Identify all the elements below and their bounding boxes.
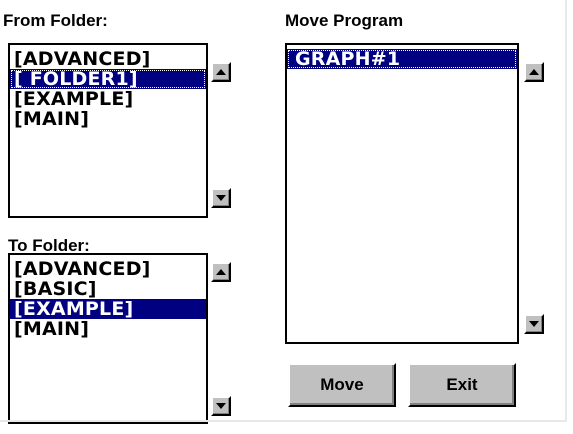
from-folder-list[interactable]: [ADVANCED] [ FOLDER1] [EXAMPLE] [MAIN] — [8, 43, 208, 218]
move-program-scroll-down-button[interactable] — [524, 314, 544, 334]
triangle-up-icon — [216, 69, 226, 75]
triangle-up-icon — [216, 269, 226, 275]
list-item[interactable]: [EXAMPLE] — [10, 89, 206, 109]
move-program-scroll-up-button[interactable] — [524, 62, 544, 82]
list-item[interactable]: [ FOLDER1] — [10, 69, 206, 89]
triangle-down-icon — [216, 195, 226, 201]
list-item[interactable]: [ADVANCED] — [10, 259, 206, 279]
list-item[interactable]: [MAIN] — [10, 319, 206, 339]
from-folder-scroll-up-button[interactable] — [211, 62, 231, 82]
to-folder-scroll-down-button[interactable] — [211, 396, 231, 416]
to-folder-list[interactable]: [ADVANCED] [BASIC] [EXAMPLE] [MAIN] — [8, 253, 208, 424]
exit-button-label: Exit — [446, 375, 478, 394]
list-item[interactable]: [BASIC] — [10, 279, 206, 299]
move-program-label: Move Program — [285, 11, 404, 30]
exit-button[interactable]: Exit — [408, 363, 516, 407]
window-frame-right — [565, 0, 567, 420]
to-folder-label: To Folder: — [8, 236, 90, 255]
move-button-label: Move — [320, 375, 364, 394]
from-folder-scroll-down-button[interactable] — [211, 188, 231, 208]
list-item[interactable]: [EXAMPLE] — [10, 299, 206, 319]
triangle-up-icon — [529, 69, 539, 75]
list-item[interactable]: GRAPH#1 — [287, 49, 517, 69]
triangle-down-icon — [216, 403, 226, 409]
to-folder-scroll-up-button[interactable] — [211, 262, 231, 282]
list-item[interactable]: [ADVANCED] — [10, 49, 206, 69]
window-frame-bottom — [0, 420, 567, 422]
move-program-dialog: From Folder: [ADVANCED] [ FOLDER1] [EXAM… — [0, 0, 573, 434]
triangle-down-icon — [529, 321, 539, 327]
list-item[interactable]: [MAIN] — [10, 109, 206, 129]
from-folder-label: From Folder: — [3, 11, 108, 30]
move-button[interactable]: Move — [288, 363, 396, 407]
move-program-list[interactable]: GRAPH#1 — [285, 43, 519, 344]
